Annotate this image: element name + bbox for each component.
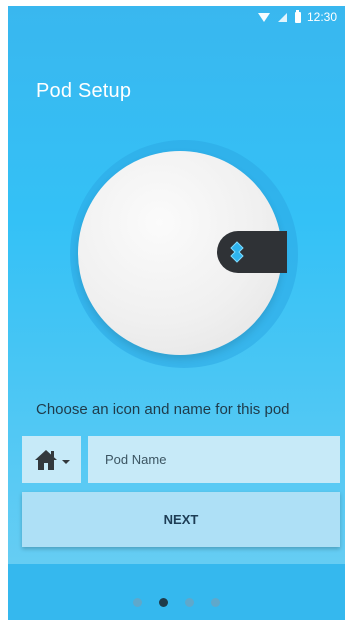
page-dot-3[interactable]: [185, 598, 194, 607]
page-dot-4[interactable]: [211, 598, 220, 607]
wifi-icon: [257, 12, 270, 22]
pod-button: [217, 231, 287, 273]
page-title: Pod Setup: [36, 80, 132, 102]
status-time: 12:30: [306, 10, 337, 24]
pager-bar: [8, 564, 345, 620]
signal-icon: [277, 12, 287, 22]
home-icon: [34, 449, 57, 470]
pod-light-icon: [230, 241, 244, 263]
page-indicator: [8, 598, 345, 607]
page-dot-1[interactable]: [133, 598, 142, 607]
status-bar: 12:30: [8, 6, 345, 28]
chevron-down-icon: [61, 459, 70, 464]
icon-picker-dropdown[interactable]: [22, 436, 81, 483]
pod-name-input[interactable]: [88, 436, 340, 483]
instruction-text: Choose an icon and name for this pod: [36, 401, 290, 418]
pod-setup-screen: 12:30 Pod Setup Choose an icon and name …: [8, 6, 345, 620]
next-button[interactable]: NEXT: [22, 492, 340, 547]
battery-icon: [294, 9, 301, 23]
page-dot-2[interactable]: [159, 598, 168, 607]
